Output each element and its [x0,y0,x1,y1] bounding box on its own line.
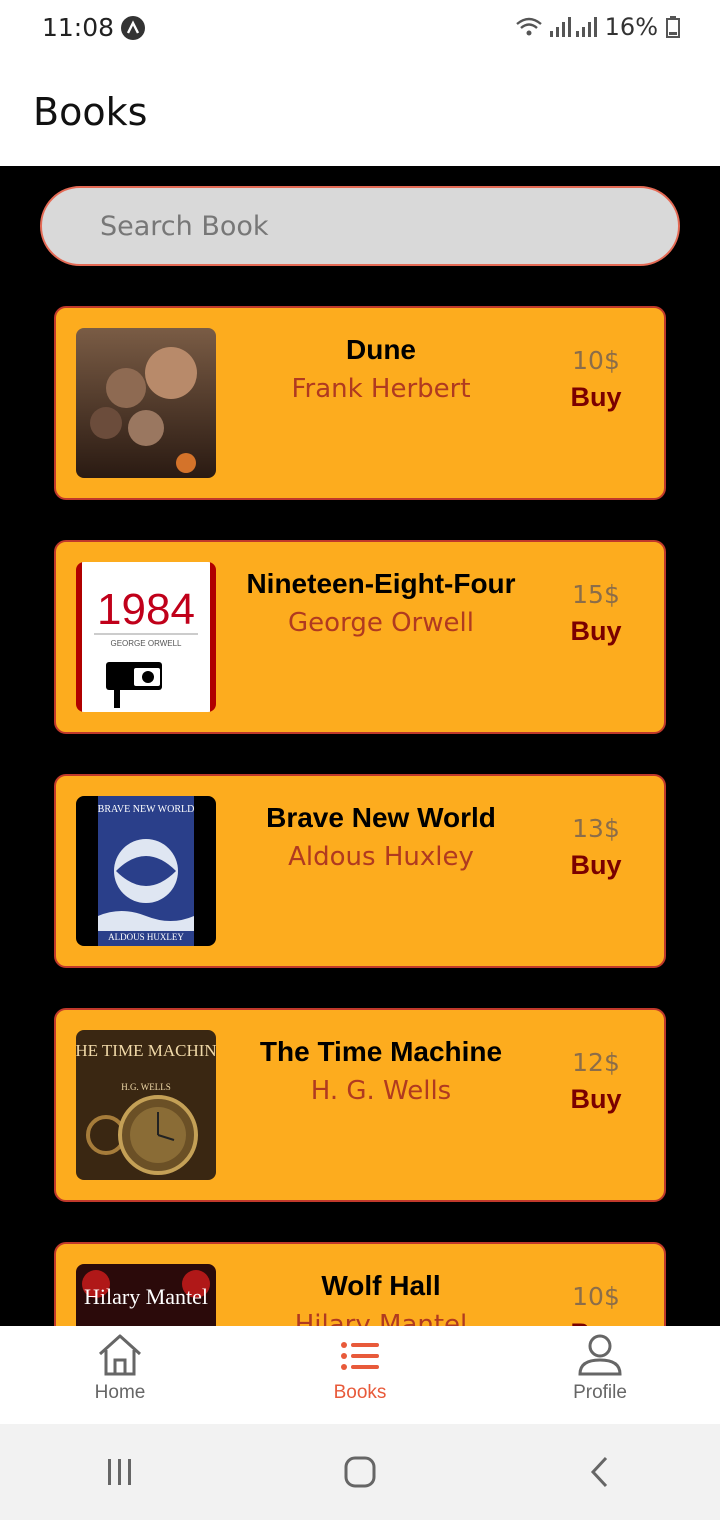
search-input[interactable] [42,188,678,264]
home-circle-icon [344,1456,376,1488]
buy-button[interactable]: Buy [548,616,644,647]
cover-subtext-bnw: ALDOUS HUXLEY [108,932,184,942]
nav-label-profile: Profile [573,1382,627,1403]
book-list-screen: Dune Frank Herbert 10$ Buy 1984 GEORGE O… [0,166,720,1326]
buy-button[interactable]: Buy [548,382,644,413]
cover-subtext-1984: GEORGE ORWELL [111,639,183,648]
nav-label-books: Books [333,1382,387,1403]
book-title: Brave New World [266,802,496,833]
book-price: 12$ [572,1048,620,1077]
nav-label-home: Home [94,1382,146,1403]
wolf-hall-cover-image: Hilary Mantel [76,1264,216,1326]
nav-item-home[interactable]: Home [0,1326,240,1424]
buy-button[interactable]: Buy [548,850,644,881]
book-title: Wolf Hall [321,1270,441,1301]
book-price: 10$ [572,346,620,375]
battery-percentage: 16% [604,13,658,41]
app-bar: Books [0,56,720,166]
nav-item-books[interactable]: Books [240,1326,480,1424]
cover-text-bnw: BRAVE NEW WORLD [98,804,195,815]
book-price: 10$ [572,1282,620,1311]
book-author: George Orwell [288,608,474,638]
book-title: Nineteen-Eight-Four [246,568,516,599]
home-icon [98,1334,142,1376]
bottom-navigation: Home Books Profile [0,1326,720,1424]
wifi-icon [515,17,542,36]
1984-cover-image: 1984 GEORGE ORWELL [76,562,216,712]
book-card-brave-new-world[interactable]: BRAVE NEW WORLD ALDOUS HUXLEY Brave New … [54,774,666,968]
page-title: Books [33,90,148,134]
list-icon [341,1342,379,1370]
back-button[interactable] [570,1447,630,1497]
book-card-dune[interactable]: Dune Frank Herbert 10$ Buy [54,306,666,500]
dune-cover-image [76,328,216,478]
book-title: Dune [346,334,416,365]
book-price: 13$ [572,814,620,843]
book-title: The Time Machine [259,1036,503,1067]
status-bar: 11:08 16% [0,0,720,56]
search-bar[interactable] [40,186,680,266]
cover-subtext-tm: H.G. WELLS [121,1082,171,1092]
buy-button[interactable]: Buy [548,1318,644,1326]
book-author: Frank Herbert [291,374,471,404]
brave-new-world-cover-image: BRAVE NEW WORLD ALDOUS HUXLEY [76,796,216,946]
app-notification-icon [121,16,145,40]
time-machine-cover-image: THE TIME MACHINE H.G. WELLS [76,1030,216,1180]
book-card-wolf-hall[interactable]: Hilary Mantel Wolf Hall Hilary Mantel 10… [54,1242,666,1326]
cell-signal-icon-2 [575,17,597,37]
status-time: 11:08 [42,13,115,42]
book-author: H. G. Wells [310,1076,452,1106]
cell-signal-icon [549,17,571,37]
recent-apps-button[interactable] [90,1447,150,1497]
cover-text-tm: THE TIME MACHINE [76,1041,216,1060]
recent-apps-icon [108,1459,131,1485]
cover-text-wh: Hilary Mantel [84,1284,208,1309]
home-system-button[interactable] [330,1447,390,1497]
book-author: Aldous Huxley [288,842,474,872]
battery-icon [666,16,680,38]
back-chevron-icon [590,1456,608,1488]
nav-item-profile[interactable]: Profile [480,1326,720,1424]
user-icon [578,1334,622,1376]
book-card-1984[interactable]: 1984 GEORGE ORWELL Nineteen-Eight-Four G… [54,540,666,734]
signal-icons [515,16,597,38]
book-price: 15$ [572,580,620,609]
buy-button[interactable]: Buy [548,1084,644,1115]
book-author: Hilary Mantel [294,1310,468,1326]
book-card-time-machine[interactable]: THE TIME MACHINE H.G. WELLS The Time Mac… [54,1008,666,1202]
cover-text-1984: 1984 [97,585,195,634]
system-navigation-bar [0,1424,720,1520]
status-right: 16% [515,13,680,41]
